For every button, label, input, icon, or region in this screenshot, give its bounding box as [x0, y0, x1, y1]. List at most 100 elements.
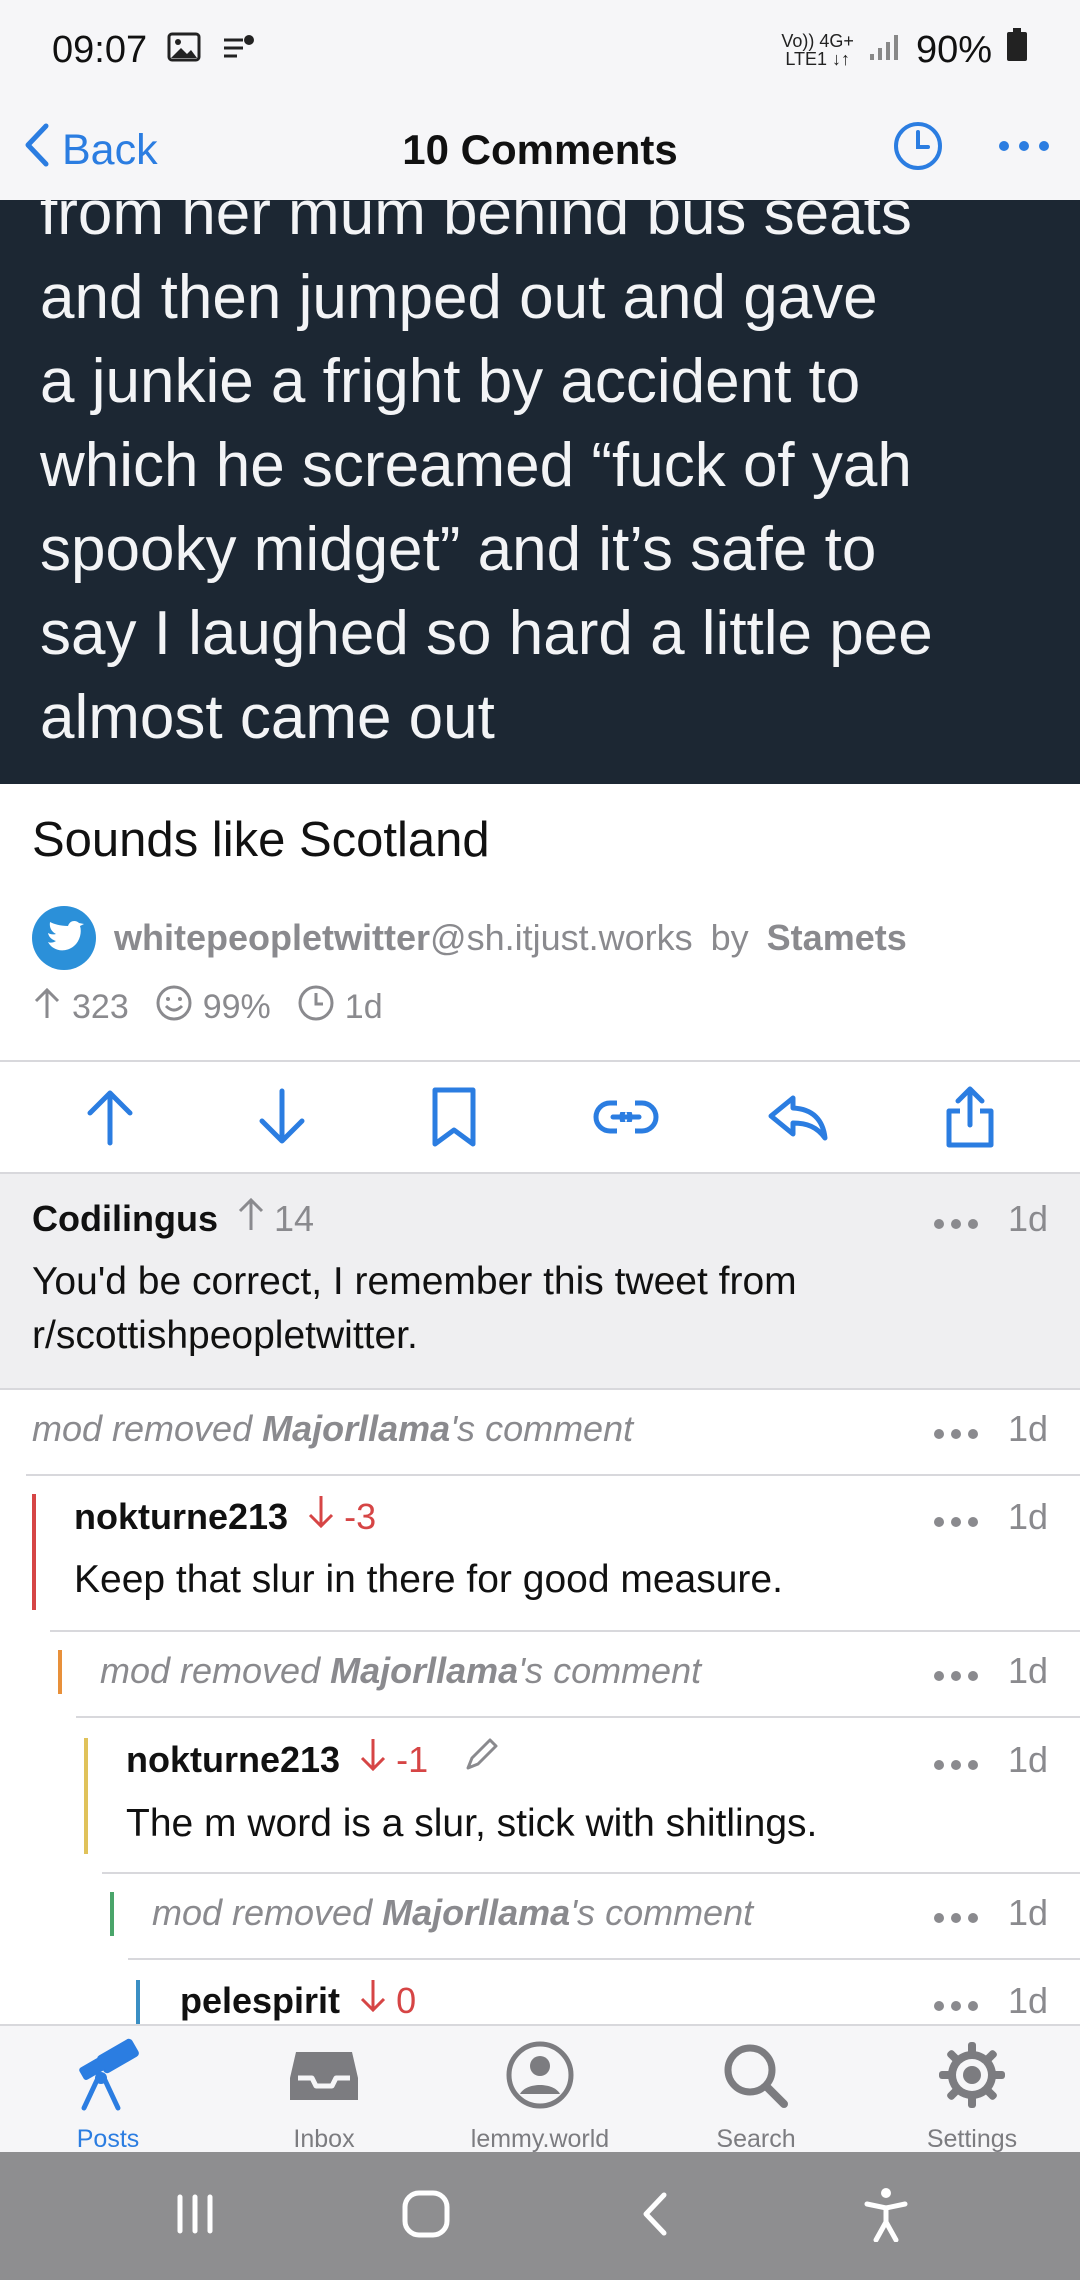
comment-age: 1d — [1007, 1650, 1048, 1691]
comment-body: The m word is a slur, stick with shitlin… — [126, 1802, 818, 1845]
clock-icon — [297, 984, 335, 1031]
downvote-button[interactable] — [242, 1077, 322, 1157]
tab-inbox[interactable]: Inbox — [216, 2026, 432, 2153]
battery-level: 90% — [915, 28, 992, 71]
post-score: 323 — [72, 988, 129, 1026]
post-image[interactable]: from her mum behind bus seats and then j… — [0, 200, 1080, 784]
save-button[interactable] — [414, 1077, 494, 1157]
gallery-icon — [167, 29, 201, 72]
arrow-down-icon — [358, 1978, 388, 2023]
back-button[interactable]: Back — [20, 118, 158, 183]
arrow-up-icon — [236, 1196, 266, 1241]
tweet-line: a junkie a fright by accident to — [40, 347, 861, 416]
tweet-line: say I laughed so hard a little pee — [40, 599, 933, 668]
comment-author[interactable]: nokturne213 — [126, 1739, 340, 1781]
tweet-line: which he screamed “fuck of yah — [40, 431, 912, 500]
by-label: by — [710, 917, 749, 958]
inbox-icon — [284, 2038, 364, 2119]
pencil-icon — [462, 1736, 500, 1783]
bookmark-icon — [432, 1087, 476, 1147]
chevron-left-icon — [20, 118, 54, 183]
tab-account[interactable]: lemmy.world — [432, 2026, 648, 2153]
clock-icon[interactable] — [890, 118, 946, 179]
copy-link-button[interactable] — [586, 1077, 666, 1157]
comment-score: 14 — [273, 1197, 315, 1239]
reply-icon — [768, 1095, 828, 1141]
comment-age: 1d — [1007, 1197, 1048, 1239]
post-actions — [0, 1062, 1080, 1172]
comment-author[interactable]: nokturne213 — [74, 1496, 288, 1538]
upvote-percentage: 99% — [202, 988, 271, 1026]
comment-body: Keep that slur in there for good measure… — [74, 1558, 783, 1601]
tweet-line: almost came out — [40, 683, 495, 752]
share-button[interactable] — [930, 1077, 1010, 1157]
comment[interactable]: nokturne213 -3 1d Keep that slur in ther… — [0, 1476, 1080, 1632]
back-label: Back — [62, 126, 158, 174]
tab-posts[interactable]: Posts — [0, 2026, 216, 2153]
post-author[interactable]: Stamets — [767, 917, 907, 959]
comment[interactable]: nokturne213 -1 1d The m word is a slur, … — [0, 1718, 1080, 1874]
nav-bar: Back 10 Comments — [0, 100, 1080, 200]
recents-icon[interactable] — [170, 2189, 220, 2244]
comment-author[interactable]: pelespirit — [180, 1980, 340, 2022]
community-row: whitepeopletwitter@sh.itjust.works by St… — [32, 906, 907, 970]
removed-notice: mod removed Majorllama's comment — [152, 1892, 754, 1933]
back-nav-icon[interactable] — [632, 2189, 682, 2244]
removed-notice: mod removed Majorllama's comment — [100, 1650, 702, 1691]
arrow-down-icon — [358, 1737, 388, 1782]
comment[interactable]: pelespirit 0 1d — [0, 1960, 1080, 2024]
arrow-down-icon — [259, 1088, 305, 1144]
search-icon — [716, 2038, 796, 2119]
post-title: Sounds like Scotland — [32, 813, 490, 867]
comment-score: -3 — [344, 1495, 377, 1537]
comment-age: 1d — [1007, 1738, 1048, 1780]
gear-icon — [932, 2038, 1012, 2119]
comment-author[interactable]: Codilingus — [32, 1198, 218, 1240]
more-icon[interactable] — [996, 136, 1052, 161]
tab-bar: Posts Inbox lemmy.world Search Settings — [0, 2024, 1080, 2153]
comment-score: -1 — [396, 1738, 429, 1780]
removed-notice: mod removed Majorllama's comment — [32, 1408, 634, 1449]
tab-settings[interactable]: Settings — [864, 2026, 1080, 2153]
comment[interactable]: Codilingus 14 1d You'd be correct, I rem… — [0, 1174, 1080, 1388]
community-avatar[interactable] — [32, 906, 96, 970]
post-stats: 323 99% 1d — [32, 984, 383, 1031]
notification-icon — [221, 29, 255, 72]
telescope-icon — [68, 2038, 148, 2119]
tab-search[interactable]: Search — [648, 2026, 864, 2153]
comment-age: 1d — [1007, 1892, 1048, 1933]
more-icon[interactable] — [932, 1496, 980, 1538]
removed-comment[interactable]: mod removed Majorllama's comment 1d — [0, 1874, 1080, 1960]
removed-comment[interactable]: mod removed Majorllama's comment 1d — [0, 1632, 1080, 1718]
community-link[interactable]: whitepeopletwitter@sh.itjust.works — [114, 917, 693, 959]
comment-age: 1d — [1007, 1495, 1048, 1537]
arrow-up-icon — [87, 1090, 133, 1146]
signal-icon — [868, 29, 902, 72]
removed-comment[interactable]: mod removed Majorllama's comment 1d — [0, 1390, 1080, 1476]
more-icon[interactable] — [932, 1739, 980, 1781]
comment-body: You'd be correct, I remember this tweet … — [32, 1260, 797, 1357]
post-age: 1d — [344, 988, 383, 1026]
comment-age: 1d — [1007, 1979, 1048, 2021]
arrow-up-icon — [32, 986, 62, 1029]
more-icon[interactable] — [932, 1650, 980, 1692]
tweet-line: spooky midget” and it’s safe to — [40, 515, 877, 584]
system-nav-bar — [0, 2152, 1080, 2280]
account-icon — [500, 2038, 580, 2119]
status-bar: 09:07 Vo)) 4G+ LTE1 ↓↑ 90% — [0, 0, 1080, 100]
arrow-down-icon — [306, 1494, 336, 1539]
share-icon — [946, 1086, 994, 1148]
battery-icon — [1006, 28, 1028, 72]
home-icon[interactable] — [399, 2187, 453, 2246]
more-icon[interactable] — [932, 1198, 980, 1240]
reply-button[interactable] — [758, 1077, 838, 1157]
more-icon[interactable] — [932, 1408, 980, 1450]
status-time: 09:07 — [52, 28, 148, 71]
tweet-line: from her mum behind bus seats — [40, 200, 912, 248]
network-indicator: Vo)) 4G+ LTE1 ↓↑ — [781, 31, 854, 69]
more-icon[interactable] — [932, 1892, 980, 1934]
upvote-button[interactable] — [70, 1077, 150, 1157]
more-icon[interactable] — [932, 1980, 980, 2022]
accessibility-icon[interactable] — [861, 2186, 911, 2247]
link-icon — [593, 1100, 659, 1134]
